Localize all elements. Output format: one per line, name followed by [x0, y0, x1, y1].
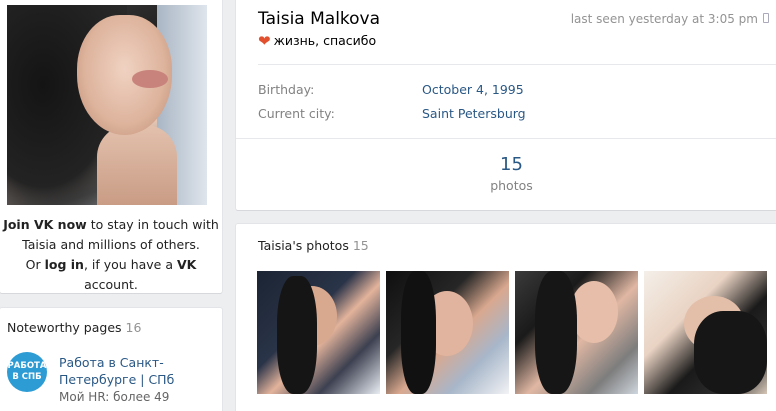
photos-counter-number: 15 — [500, 154, 523, 175]
info-row-birthday: Birthday: October 4, 1995 — [258, 82, 524, 97]
photos-card: Taisia's photos 15 — [236, 224, 776, 411]
profile-avatar[interactable] — [7, 5, 207, 205]
join-text-3c: account. — [84, 277, 138, 292]
join-prompt: Join VK now to stay in touch with Taisia… — [0, 215, 222, 295]
join-text-3a: Or — [25, 257, 45, 272]
photo-thumb-4[interactable] — [644, 271, 767, 394]
status-text: жизнь, спасибо — [273, 33, 377, 48]
photo-hair-shape — [401, 271, 436, 394]
join-text-2: Taisia and millions of others. — [22, 237, 200, 252]
photos-title[interactable]: Taisia's photos 15 — [258, 238, 369, 253]
city-value[interactable]: Saint Petersburg — [422, 106, 526, 121]
login-link[interactable]: log in — [45, 257, 84, 272]
photo-thumb-2[interactable] — [386, 271, 509, 394]
vk-label: VK — [176, 257, 197, 272]
page-logo-text-1: РАБОТА — [7, 361, 47, 371]
photos-count: 15 — [352, 238, 369, 253]
profile-name: Taisia Malkova — [258, 9, 381, 29]
page-logo[interactable]: РАБОТА В СПБ — [7, 352, 47, 392]
noteworthy-pages-card: Noteworthy pages 16 РАБОТА В СПБ Работа в… — [0, 308, 222, 411]
page-logo-text-2: В СПБ — [12, 372, 42, 382]
birthday-value[interactable]: October 4, 1995 — [422, 82, 524, 97]
photo-face-shape — [570, 281, 618, 343]
photo-thumb-1[interactable] — [257, 271, 380, 394]
phone-icon — [763, 13, 769, 23]
separator — [236, 138, 776, 139]
birthday-label: Birthday: — [258, 82, 315, 97]
avatar-lips-shape — [132, 70, 168, 88]
page-name-link[interactable]: Работа в Санкт-Петербурге | СПб — [59, 354, 209, 388]
noteworthy-title-text: Noteworthy pages — [7, 320, 122, 335]
profile-avatar-card: Join VK now to stay in touch with Taisia… — [0, 0, 222, 293]
profile-status: ❤ жизнь, спасибо — [258, 32, 376, 50]
heart-icon: ❤ — [258, 32, 271, 50]
join-link[interactable]: Join VK now — [3, 217, 87, 232]
noteworthy-count: 16 — [125, 320, 142, 335]
photo-hair-shape — [535, 271, 577, 394]
photo-thumb-3[interactable] — [515, 271, 638, 394]
profile-info-card: Taisia Malkova last seen yesterday at 3:… — [236, 0, 776, 210]
photos-counter-label: photos — [490, 178, 533, 193]
avatar-chest-shape — [97, 125, 177, 205]
join-text-3b: , if you have a — [83, 257, 177, 272]
photos-title-text: Taisia's photos — [258, 238, 349, 253]
join-text-1: to stay in touch with — [86, 217, 219, 232]
photo-hair-shape — [277, 276, 317, 394]
divider — [258, 64, 776, 65]
city-label: Current city: — [258, 106, 335, 121]
last-seen-text: last seen yesterday at 3:05 pm — [570, 12, 758, 26]
page-subtitle: Мой HR: более 49 — [59, 390, 170, 404]
photo-hair-shape — [694, 311, 767, 394]
info-row-city: Current city: Saint Petersburg — [258, 106, 526, 121]
photos-counter[interactable]: 15 photos — [464, 154, 559, 193]
noteworthy-title[interactable]: Noteworthy pages 16 — [7, 320, 141, 335]
